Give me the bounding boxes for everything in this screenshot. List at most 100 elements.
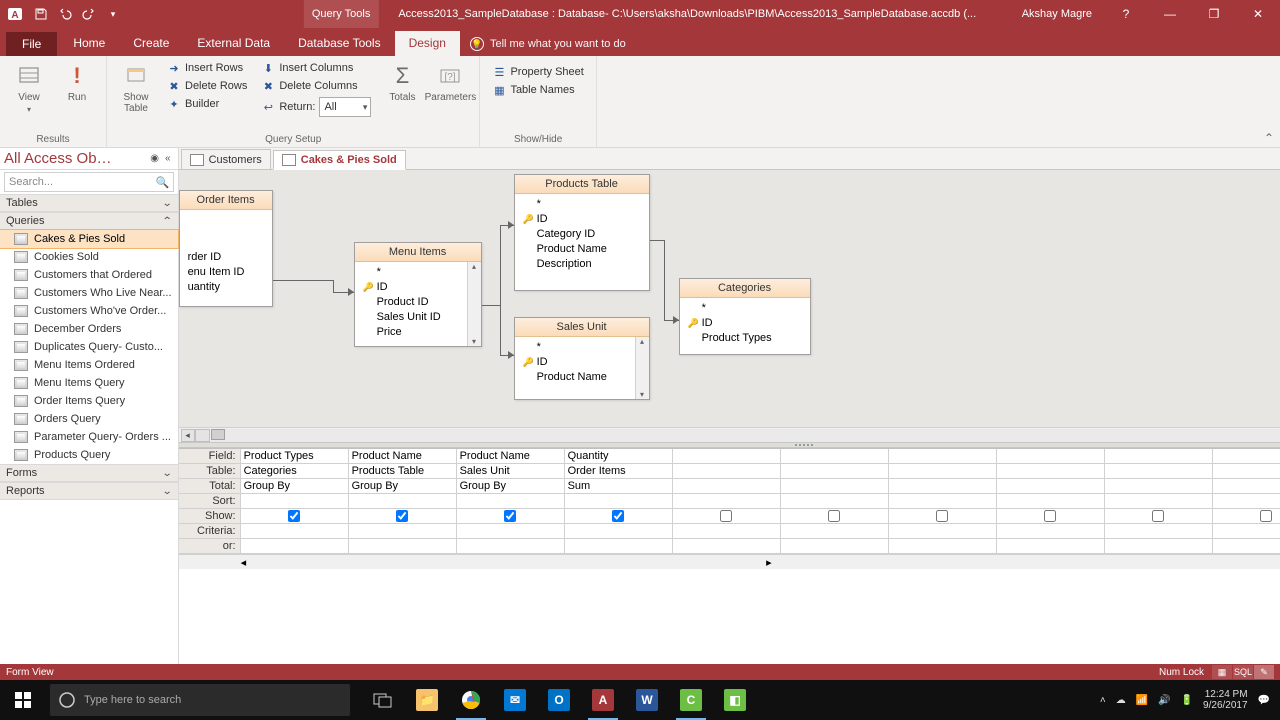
task-view-button[interactable]	[362, 680, 404, 720]
delete-columns-button[interactable]: ✖Delete Columns	[257, 78, 375, 94]
nav-group-forms[interactable]: Forms⌄	[0, 464, 178, 482]
user-name[interactable]: Akshay Magre	[1010, 8, 1104, 20]
qat-customize-icon[interactable]: ▾	[102, 3, 124, 25]
qbe-cell[interactable]	[349, 539, 457, 554]
qbe-cell[interactable]: Sum	[565, 479, 673, 494]
show-table-button[interactable]: Show Table	[115, 60, 157, 118]
view-sql-button[interactable]: SQL	[1233, 665, 1253, 679]
nav-query-item[interactable]: Cakes & Pies Sold	[0, 230, 178, 248]
qbe-show-checkbox[interactable]	[828, 510, 840, 522]
taskbar-app[interactable]: ◧	[714, 680, 756, 720]
maximize-button[interactable]: ❐	[1192, 0, 1236, 28]
field[interactable]: Price	[361, 325, 475, 339]
close-button[interactable]: ✕	[1236, 0, 1280, 28]
taskbar-clock[interactable]: 12:24 PM 9/26/2017	[1203, 689, 1248, 712]
qbe-cell[interactable]	[889, 464, 997, 479]
delete-rows-button[interactable]: ✖Delete Rows	[163, 78, 251, 94]
qbe-cell[interactable]	[997, 509, 1105, 524]
qbe-cell[interactable]	[457, 524, 565, 539]
qbe-cell[interactable]	[673, 479, 781, 494]
qbe-cell[interactable]	[1213, 524, 1280, 539]
qbe-hscroll[interactable]: ◂ ▸	[179, 554, 1280, 569]
doc-tab-cakes-pies[interactable]: Cakes & Pies Sold	[273, 150, 406, 170]
taskbar-explorer[interactable]: 📁	[406, 680, 448, 720]
qbe-cell[interactable]	[673, 539, 781, 554]
qbe-cell[interactable]	[241, 539, 349, 554]
qbe-cell[interactable]	[781, 494, 889, 509]
qbe-cell[interactable]: Products Table	[349, 464, 457, 479]
qbe-cell[interactable]	[997, 479, 1105, 494]
qbe-cell[interactable]	[1213, 509, 1280, 524]
qbe-cell[interactable]	[781, 449, 889, 464]
qbe-cell[interactable]: Product Types	[241, 449, 349, 464]
field[interactable]: *	[521, 197, 643, 211]
field[interactable]: *	[361, 265, 475, 279]
tab-file[interactable]: File	[6, 32, 57, 56]
qbe-cell[interactable]	[997, 494, 1105, 509]
qbe-cell[interactable]	[349, 524, 457, 539]
nav-dropdown-icon[interactable]: ◉	[147, 153, 162, 164]
qbe-cell[interactable]	[997, 524, 1105, 539]
doc-tab-customers[interactable]: Customers	[181, 149, 271, 169]
qbe-show-checkbox[interactable]	[504, 510, 516, 522]
qbe-cell[interactable]	[997, 449, 1105, 464]
nav-query-item[interactable]: Order Items Query	[0, 392, 178, 410]
tray-chevron-up-icon[interactable]: ˄	[1100, 695, 1106, 706]
qbe-cell[interactable]	[673, 449, 781, 464]
totals-button[interactable]: Σ Totals	[381, 60, 423, 118]
field[interactable]: Description	[521, 257, 643, 271]
tab-home[interactable]: Home	[59, 31, 119, 56]
nav-query-item[interactable]: Menu Items Ordered	[0, 356, 178, 374]
nav-query-item[interactable]: Menu Items Query	[0, 374, 178, 392]
nav-query-item[interactable]: December Orders	[0, 320, 178, 338]
qbe-cell[interactable]	[457, 494, 565, 509]
nav-query-item[interactable]: Customers that Ordered	[0, 266, 178, 284]
field[interactable]: Product ID	[361, 295, 475, 309]
tab-database-tools[interactable]: Database Tools	[284, 31, 395, 56]
table-categories[interactable]: Categories * 🔑ID Product Types	[679, 278, 811, 355]
qbe-cell[interactable]	[1105, 449, 1213, 464]
table-sales-unit[interactable]: Sales Unit * 🔑ID Product Name ▴▾	[514, 317, 650, 400]
qbe-cell[interactable]	[457, 509, 565, 524]
qbe-cell[interactable]	[889, 539, 997, 554]
qbe-cell[interactable]: Quantity	[565, 449, 673, 464]
field[interactable]: 🔑ID	[361, 280, 475, 294]
qbe-cell[interactable]: Product Name	[349, 449, 457, 464]
taskbar-camtasia[interactable]: C	[670, 680, 712, 720]
scroll-left-button[interactable]: ◂	[241, 556, 247, 569]
qbe-cell[interactable]	[565, 509, 673, 524]
scroll-left-button[interactable]: ◂	[181, 429, 195, 442]
scroll-right-button[interactable]: ▸	[766, 556, 772, 569]
tray-network-icon[interactable]: 📶	[1136, 695, 1148, 706]
view-design-button[interactable]: ✎	[1254, 665, 1274, 679]
qbe-cell[interactable]	[241, 494, 349, 509]
qbe-cell[interactable]	[781, 524, 889, 539]
qbe-cell[interactable]: Order Items	[565, 464, 673, 479]
field[interactable]: Product Name	[521, 242, 643, 256]
nav-query-item[interactable]: Products Query	[0, 446, 178, 464]
field[interactable]: enu Item ID	[186, 265, 266, 279]
qbe-cell[interactable]	[997, 464, 1105, 479]
field[interactable]: 🔑ID	[521, 212, 643, 226]
qbe-show-checkbox[interactable]	[1152, 510, 1164, 522]
scroll-thumb[interactable]	[195, 429, 210, 442]
qbe-cell[interactable]	[1213, 479, 1280, 494]
tell-me-input[interactable]: 💡 Tell me what you want to do	[460, 32, 636, 56]
nav-group-reports[interactable]: Reports⌄	[0, 482, 178, 500]
qbe-cell[interactable]	[673, 509, 781, 524]
taskbar-mail[interactable]: ✉	[494, 680, 536, 720]
nav-collapse-icon[interactable]: «	[162, 153, 174, 164]
surface-hscroll[interactable]: ◂ ▸	[179, 427, 1280, 442]
qat-save-icon[interactable]	[30, 3, 52, 25]
tray-volume-icon[interactable]: 🔊	[1158, 695, 1170, 706]
nav-query-item[interactable]: Cookies Sold	[0, 248, 178, 266]
query-design-surface[interactable]: Order Items rder ID enu Item ID uantity …	[179, 170, 1280, 427]
qbe-show-checkbox[interactable]	[720, 510, 732, 522]
qbe-cell[interactable]	[1105, 479, 1213, 494]
table-names-button[interactable]: ▦Table Names	[488, 82, 587, 98]
qbe-cell[interactable]	[1105, 494, 1213, 509]
qbe-cell[interactable]	[781, 464, 889, 479]
nav-query-item[interactable]: Customers Who've Order...	[0, 302, 178, 320]
qbe-cell[interactable]: Categories	[241, 464, 349, 479]
field[interactable]: Product Name	[521, 370, 643, 384]
